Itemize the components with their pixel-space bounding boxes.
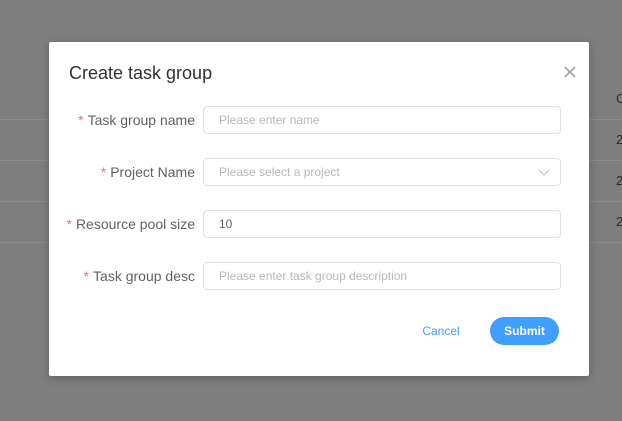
- task-group-name-label: * Task group name: [78, 112, 195, 128]
- table-cell: 2: [616, 214, 622, 229]
- task-group-desc-label: * Task group desc: [84, 268, 195, 284]
- dialog-title: Create task group: [69, 63, 213, 83]
- project-select-placeholder: Please select a project: [219, 165, 340, 179]
- form-item-task-group-desc: * Task group desc Please enter task group…: [49, 262, 589, 290]
- resource-pool-size-value: 10: [219, 217, 233, 231]
- task-group-name-label-text: Task group name: [87, 112, 195, 128]
- required-mark: *: [78, 112, 84, 128]
- task-group-desc-placeholder: Please enter task group description: [219, 269, 408, 283]
- page: C 2 2 2 Create task group * Task group na…: [0, 0, 622, 421]
- form-item-project-name: * Project Name Please select a project: [49, 158, 589, 186]
- resource-pool-size-label: * Resource pool size: [66, 216, 195, 232]
- create-task-group-dialog: Create task group * Task group name Pleas…: [49, 42, 589, 376]
- required-mark: *: [66, 216, 72, 232]
- resource-pool-size-label-text: Resource pool size: [75, 216, 195, 232]
- form-item-resource-pool-size: * Resource pool size 10: [49, 210, 589, 238]
- table-cell: 2: [616, 173, 622, 188]
- table-header-cell: C: [616, 91, 622, 106]
- submit-button[interactable]: Submit: [490, 317, 559, 345]
- chevron-down-icon: [538, 169, 550, 176]
- resource-pool-size-input[interactable]: 10: [203, 210, 561, 238]
- cancel-button[interactable]: Cancel: [411, 318, 471, 344]
- task-group-name-placeholder: Please enter name: [219, 113, 320, 127]
- required-mark: *: [100, 164, 107, 180]
- table-cell: 2: [616, 132, 622, 147]
- project-name-label: * Project Name: [101, 164, 195, 180]
- close-icon: [564, 66, 576, 78]
- project-name-label-text: Project Name: [110, 164, 195, 180]
- task-group-name-input[interactable]: Please enter name: [203, 106, 561, 134]
- task-group-desc-input[interactable]: Please enter task group description: [203, 262, 561, 290]
- project-select[interactable]: Please select a project: [203, 158, 561, 186]
- required-mark: *: [83, 268, 90, 284]
- form-item-task-group-name: * Task group name Please enter name: [49, 106, 589, 134]
- task-group-desc-label-text: Task group desc: [93, 268, 195, 284]
- close-button[interactable]: [561, 63, 579, 81]
